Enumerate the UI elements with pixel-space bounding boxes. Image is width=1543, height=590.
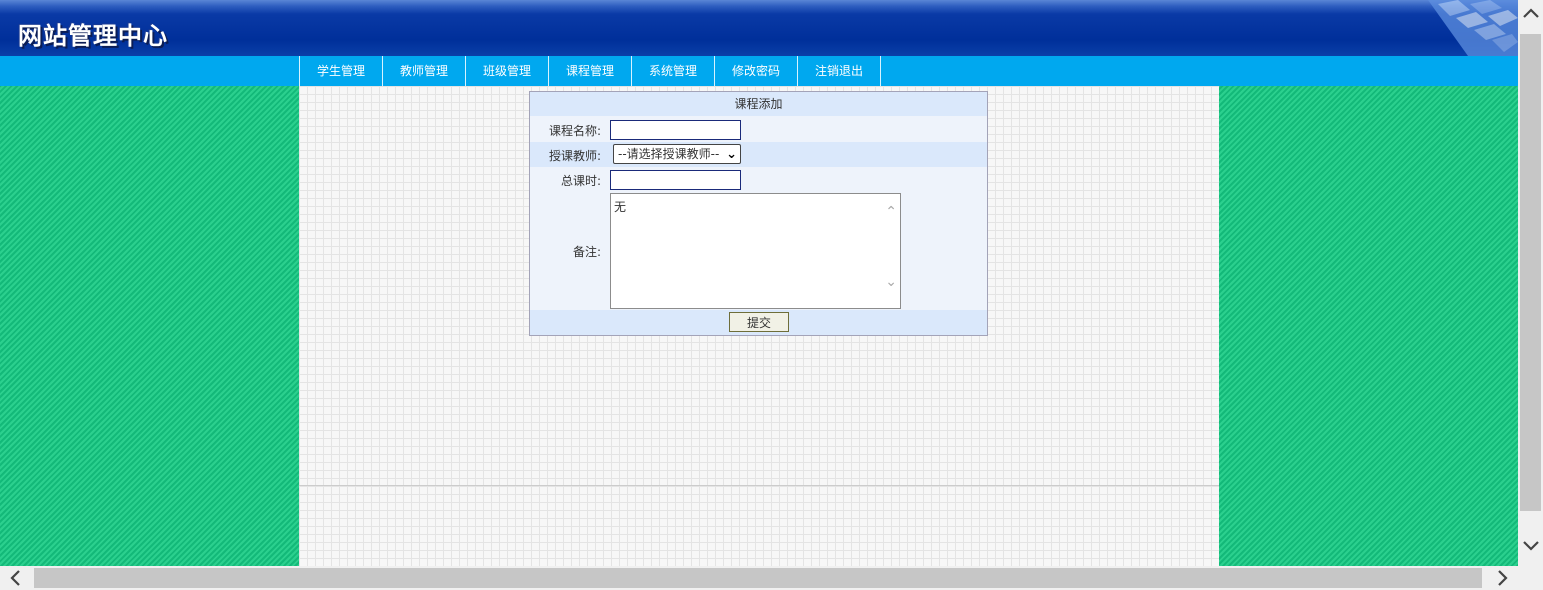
horizontal-scrollbar[interactable] — [0, 566, 1518, 590]
nav-item-logout[interactable]: 注销退出 — [798, 56, 881, 86]
remarks-textarea[interactable]: 无 ⌃ ⌄ — [610, 193, 901, 309]
scrollbar-corner — [1518, 566, 1543, 590]
submit-button[interactable]: 提交 — [729, 312, 789, 332]
horizontal-scroll-thumb[interactable] — [34, 568, 1482, 588]
teacher-select-value: --请选择授课教师-- — [618, 147, 720, 161]
nav-item-change-password[interactable]: 修改密码 — [715, 56, 798, 86]
course-add-form: 课程添加 课程名称: 授课教师: --请选择授课教师-- ⌄ 总课时: 备注: — [529, 91, 988, 336]
header-banner: 网站管理中心 — [0, 0, 1518, 56]
course-name-label: 课程名称: — [548, 124, 601, 138]
nav-item-teachers[interactable]: 教师管理 — [383, 56, 466, 86]
header-decoration — [1408, 0, 1518, 56]
submit-row: 提交 — [530, 310, 987, 335]
keyboard-decoration-icon — [1428, 0, 1518, 56]
chevron-up-icon[interactable]: ⌃ — [885, 204, 897, 220]
chevron-down-icon: ⌄ — [726, 147, 737, 162]
hours-row: 总课时: — [530, 167, 987, 192]
hours-input[interactable] — [610, 170, 741, 190]
vertical-scroll-thumb[interactable] — [1520, 34, 1541, 511]
vertical-scrollbar[interactable] — [1518, 0, 1543, 566]
content-divider — [299, 485, 1219, 486]
nav-item-students[interactable]: 学生管理 — [300, 56, 383, 86]
nav-item-courses[interactable]: 课程管理 — [549, 56, 632, 86]
page-viewport: 网站管理中心 学生管理 教师管理 班级管理 课程管理 系统管理 修改密码 注销退… — [0, 0, 1518, 566]
chevron-down-icon[interactable]: ⌄ — [885, 274, 897, 290]
nav-item-system[interactable]: 系统管理 — [632, 56, 715, 86]
main-content: 课程添加 课程名称: 授课教师: --请选择授课教师-- ⌄ 总课时: 备注: — [299, 86, 1219, 566]
main-navbar: 学生管理 教师管理 班级管理 课程管理 系统管理 修改密码 注销退出 — [0, 56, 1518, 86]
site-title: 网站管理中心 — [18, 22, 168, 50]
course-name-row: 课程名称: — [530, 116, 987, 142]
chevron-up-icon[interactable] — [1518, 4, 1543, 25]
nav-item-classes[interactable]: 班级管理 — [466, 56, 549, 86]
remarks-text: 无 — [614, 200, 627, 214]
nav-list: 学生管理 教师管理 班级管理 课程管理 系统管理 修改密码 注销退出 — [299, 56, 881, 86]
teacher-select[interactable]: --请选择授课教师-- ⌄ — [613, 144, 741, 164]
chevron-down-icon[interactable] — [1518, 537, 1543, 558]
chevron-left-icon[interactable] — [8, 566, 22, 590]
chevron-right-icon[interactable] — [1496, 566, 1510, 590]
remarks-label: 备注: — [572, 245, 601, 259]
hours-label: 总课时: — [560, 174, 601, 188]
course-name-input[interactable] — [610, 120, 741, 140]
teacher-row: 授课教师: --请选择授课教师-- ⌄ — [530, 142, 987, 167]
teacher-label: 授课教师: — [548, 149, 601, 163]
form-title: 课程添加 — [530, 92, 987, 116]
remarks-row: 备注: 无 ⌃ ⌄ — [530, 193, 987, 310]
